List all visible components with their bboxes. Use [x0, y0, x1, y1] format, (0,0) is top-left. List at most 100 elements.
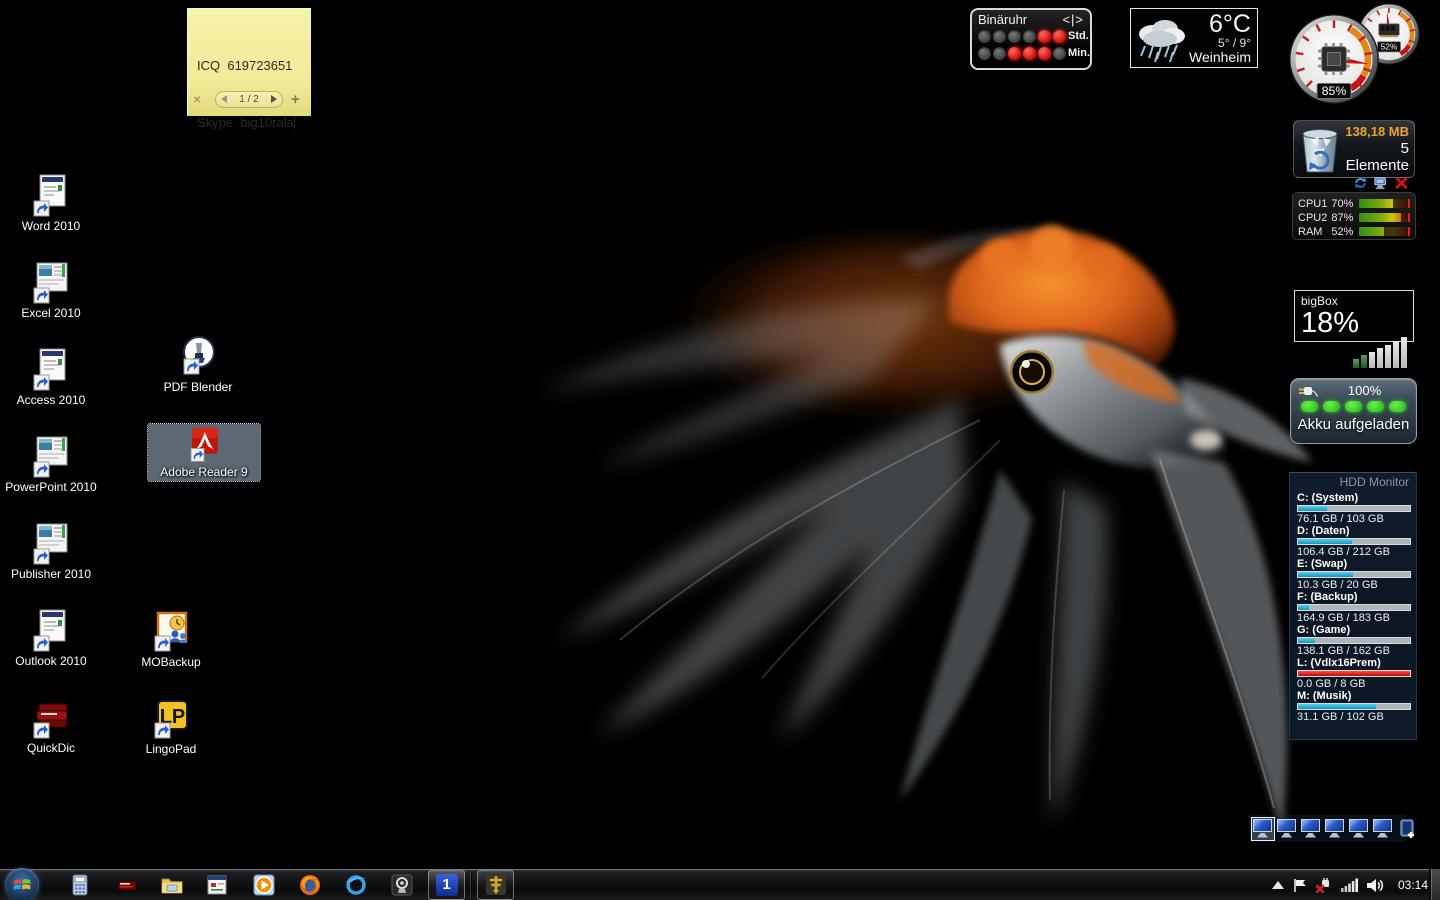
running-app-2-button[interactable] [477, 870, 514, 900]
desktop: Word 2010 Excel 2010 Access 2010 PowerPo… [0, 0, 1440, 900]
hdd-monitor-gadget[interactable]: HDD Monitor C: (System) 76.1 GB / 103 GB… [1289, 472, 1417, 740]
led-on [1008, 47, 1021, 60]
icon-label: PDF Blender [152, 381, 244, 394]
signal-bar [1401, 337, 1407, 368]
recycle-empty-icon[interactable] [1394, 176, 1409, 190]
desktop-icon-publisher[interactable]: Publisher 2010 [5, 520, 97, 583]
taskbar-media-player-icon[interactable] [252, 873, 276, 897]
virtual-desktop-6[interactable] [1372, 818, 1394, 840]
running-app-1-button[interactable]: 1 [428, 870, 465, 900]
note-add-icon[interactable]: + [291, 91, 300, 108]
note-close-icon[interactable]: × [193, 92, 207, 106]
recycle-bin-gadget[interactable]: 138,18 MB 5 Elemente [1293, 120, 1415, 178]
binary-clock-controls[interactable]: <|> [1062, 12, 1084, 27]
action-center-flag-icon[interactable] [1293, 878, 1307, 893]
drive-usage-bar [1297, 604, 1411, 611]
virtual-desktop-2[interactable] [1276, 818, 1298, 840]
drive-row: M: (Musik) 31.1 GB / 102 GB [1297, 690, 1409, 723]
taskbar-app-window-icon[interactable] [205, 873, 229, 897]
lingopad-icon: LP [149, 697, 193, 741]
bigbox-gadget[interactable]: bigBox 18% [1294, 290, 1414, 342]
desktop-icon-word[interactable]: Word 2010 [5, 172, 97, 235]
icon-label: LingoPad [125, 743, 217, 756]
virtual-desktop-1[interactable] [1252, 818, 1274, 840]
bigbox-value: 18% [1301, 308, 1359, 338]
excel-app-icon [29, 261, 73, 305]
start-button[interactable] [5, 868, 39, 900]
drive-usage-bar [1297, 637, 1411, 644]
taskbar-clock[interactable]: 03:14 [1398, 878, 1428, 892]
taskbar: 1 [0, 868, 1440, 900]
taskbar-explorer-icon[interactable] [160, 873, 184, 897]
taskbar-webcam-icon[interactable] [390, 873, 414, 897]
icon-label: Outlook 2010 [5, 655, 97, 668]
volume-icon[interactable] [1367, 878, 1385, 893]
recycle-refresh-icon[interactable] [1353, 176, 1368, 190]
icon-label: Word 2010 [5, 220, 97, 233]
meter-label: RAM [1298, 226, 1331, 238]
binary-clock-title: Binäruhr [978, 12, 1027, 27]
desktop-icon-quickdic[interactable]: QuickDic [5, 694, 97, 757]
system-meter-gadget[interactable]: CPU1 70% CPU2 87% RAM 52% [1292, 192, 1416, 240]
drive-row: D: (Daten) 106.4 GB / 212 GB [1297, 525, 1409, 558]
powerpoint-app-icon [29, 435, 73, 479]
signal-bar [1393, 341, 1399, 368]
recycle-count: 5 Elemente [1343, 140, 1409, 174]
rain-cloud-icon [1133, 12, 1189, 64]
led-off [978, 30, 991, 43]
quickdic-icon [29, 696, 73, 740]
drive-usage-bar [1297, 571, 1411, 578]
desktop-icon-pdf-blender[interactable]: PDF Blender [152, 333, 244, 396]
power-status-icon[interactable] [1316, 878, 1332, 893]
recycle-open-icon[interactable] [1373, 176, 1389, 190]
icon-label: Access 2010 [5, 394, 97, 407]
led-on [1038, 30, 1051, 43]
desktop-icon-mobackup[interactable]: MOBackup [125, 608, 217, 671]
ram-percent: 52% [1381, 42, 1398, 52]
adobe-reader-icon [185, 426, 223, 464]
desktop-icon-lingopad[interactable]: LP LingoPad [125, 695, 217, 758]
hours-led-row [978, 30, 1068, 43]
note-prev-icon[interactable] [221, 95, 227, 103]
virtual-desktop-3[interactable] [1300, 818, 1322, 840]
icon-label: Excel 2010 [5, 307, 97, 320]
battery-segment [1345, 401, 1362, 412]
recycle-bin-icon[interactable] [1297, 124, 1343, 176]
windows-logo-icon [11, 874, 33, 896]
virtual-desktop-5[interactable] [1348, 818, 1370, 840]
cpu-ram-gauge-gadget[interactable]: 52% [1285, 2, 1425, 108]
note-next-icon[interactable] [271, 95, 277, 103]
hours-label: Std. [1068, 30, 1089, 42]
desktop-icon-adobe-reader[interactable]: Adobe Reader 9 [148, 424, 260, 481]
cpu-gauge: 85% [1287, 12, 1381, 106]
meter-bar [1359, 227, 1410, 236]
network-signal-icon[interactable] [1341, 878, 1358, 892]
battery-segment [1323, 401, 1340, 412]
show-desktop-button[interactable] [1429, 869, 1440, 900]
access-doc-icon [29, 348, 73, 392]
taskbar-firefox-icon[interactable] [298, 873, 322, 897]
taskbar-quickdic-icon[interactable] [115, 873, 139, 897]
virtual-desktop-4[interactable] [1324, 818, 1346, 840]
cpu-percent: 85% [1322, 84, 1347, 98]
word-doc-icon [29, 174, 73, 218]
signal-bar [1377, 348, 1383, 368]
battery-gadget[interactable]: 100% Akku aufgeladen [1290, 378, 1417, 444]
icon-label: Publisher 2010 [5, 568, 97, 581]
desktop-icon-excel[interactable]: Excel 2010 [5, 259, 97, 322]
weather-gadget[interactable]: 6°C 5° / 9° Weinheim [1130, 8, 1258, 68]
taskbar-calculator-icon[interactable] [68, 873, 92, 897]
desktop-icon-access[interactable]: Access 2010 [5, 346, 97, 409]
tray-expand-icon[interactable] [1272, 881, 1284, 889]
desktop-icon-outlook[interactable]: Outlook 2010 [5, 607, 97, 670]
binary-clock-gadget[interactable]: Binäruhr <|> Std. Min. [970, 8, 1092, 70]
minutes-led-row [978, 47, 1068, 60]
taskbar-divider [470, 872, 471, 898]
taskbar-internet-explorer-icon[interactable] [344, 873, 368, 897]
add-desktop-button[interactable] [1398, 818, 1418, 840]
desktop-icon-powerpoint[interactable]: PowerPoint 2010 [5, 433, 97, 496]
sticky-note[interactable]: ICQ 619723651 Skype big10rala × 1 / 2 + [187, 8, 311, 116]
pdf-blender-icon [176, 335, 220, 379]
app-2-icon [485, 874, 507, 896]
led-on [1053, 30, 1066, 43]
